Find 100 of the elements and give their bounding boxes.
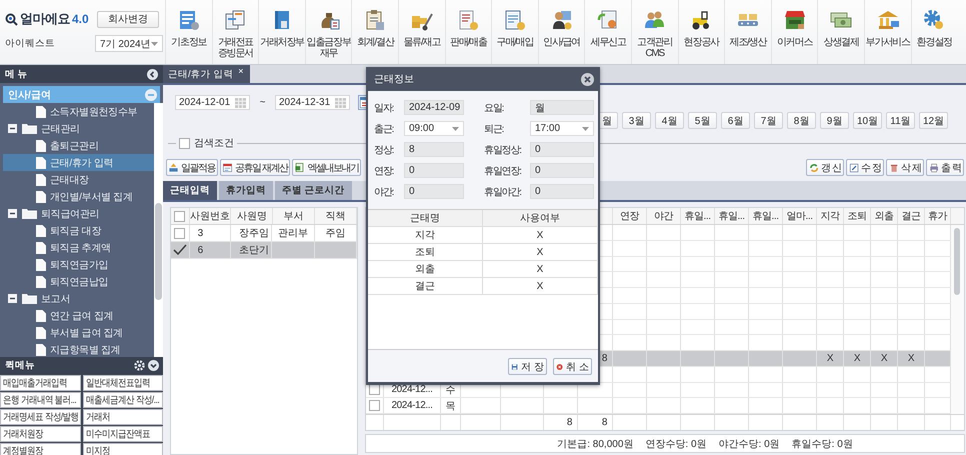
toolbar-button[interactable]: 인사/급여 — [538, 0, 584, 64]
scrollbar[interactable] — [154, 103, 163, 357]
toolbar-button[interactable]: 물류/재고 — [398, 0, 445, 64]
checkbox[interactable] — [369, 400, 380, 412]
quick-menu-button[interactable]: 은행 거래내역 불러... — [0, 392, 80, 408]
tab[interactable]: 휴가입력 — [219, 181, 273, 200]
checkbox[interactable] — [369, 384, 380, 396]
checkmark-icon[interactable] — [172, 244, 187, 256]
scrollbar[interactable] — [951, 225, 964, 414]
collapse-icon[interactable] — [8, 294, 17, 303]
tree-item[interactable]: 연간 급여 집계 — [3, 307, 154, 324]
month-button[interactable]: 7월 — [754, 112, 783, 129]
tree-item[interactable]: 퇴직금 대장 — [3, 222, 154, 239]
toolbar-button[interactable]: 입출금장부 재무 — [304, 0, 352, 64]
search-conditions-checkbox[interactable]: 검색조건 — [179, 136, 234, 150]
action-button[interactable]: 삭 제 — [886, 159, 924, 176]
tree-item[interactable]: 출퇴근관리 — [3, 137, 154, 154]
cancel-button[interactable]: 취 소 — [553, 358, 592, 375]
input-field[interactable]: 월 — [530, 100, 594, 115]
document-icon — [36, 140, 46, 152]
month-button[interactable]: 5월 — [688, 112, 717, 129]
input-field[interactable]: 2024-12-09 — [404, 100, 464, 115]
toolbar-button[interactable]: 회계/결산 — [351, 0, 398, 64]
tree-item[interactable]: 퇴직금 추계액 — [3, 239, 154, 256]
time-dropdown[interactable]: 17:00 — [530, 121, 594, 136]
quick-menu-button[interactable]: 매출세금계산 작성/... — [82, 392, 163, 408]
tree-item[interactable]: 개인별/부서별 집계 — [3, 188, 154, 205]
table-row[interactable]: 2024-12... 목 — [366, 398, 951, 414]
action-button[interactable]: 갱 신 — [806, 159, 844, 176]
collapse-icon[interactable] — [8, 209, 17, 218]
toolbar-button[interactable]: 환경설정 — [910, 0, 958, 64]
quick-menu-button[interactable]: 미수미지급잔액표 — [82, 426, 163, 442]
table-cell: X — [880, 352, 888, 364]
quick-menu-button[interactable]: 매입매출거래입력 — [0, 375, 80, 391]
toolbar-button[interactable]: 이커머스 — [770, 0, 818, 64]
quick-menu-button[interactable]: 거래명세표 작성/발행 — [0, 409, 80, 425]
fiscal-year-dropdown[interactable]: 7기 2024년 — [95, 35, 163, 52]
checkbox[interactable] — [174, 210, 186, 222]
change-company-button[interactable]: 회사변경 — [97, 10, 159, 28]
input-field[interactable]: 0 — [530, 163, 594, 178]
action-button[interactable]: 엑셀내보내기 — [292, 159, 362, 176]
tree-item[interactable]: 지급항목별 집계 — [3, 341, 154, 357]
checkbox[interactable] — [174, 228, 186, 238]
tree-item[interactable]: 퇴직연금가입 — [3, 256, 154, 273]
tree-item[interactable]: 근태/휴가 입력 — [3, 154, 154, 171]
time-dropdown[interactable]: 09:00 — [404, 121, 464, 136]
tree-item[interactable]: 부서별 급여 집계 — [3, 324, 154, 341]
toolbar-button[interactable]: 판매/매출 — [444, 0, 492, 64]
table-cell-text: 수 — [446, 384, 456, 397]
action-button[interactable]: 출 력 — [926, 159, 964, 176]
input-field[interactable]: 0 — [530, 184, 594, 199]
input-field[interactable]: 0 — [404, 184, 464, 199]
month-button[interactable]: 11월 — [886, 112, 915, 129]
tab[interactable]: 주별 근로시간 — [275, 181, 352, 200]
tree-item[interactable]: 보고서 — [3, 290, 154, 307]
month-button[interactable]: 12월 — [919, 112, 948, 129]
input-field[interactable]: 8 — [404, 142, 464, 157]
toolbar-button[interactable]: 고객관리 CMS — [630, 0, 678, 64]
chevron-left-icon[interactable] — [147, 68, 158, 80]
month-button[interactable]: 9월 — [820, 112, 849, 129]
month-button[interactable]: 4월 — [655, 112, 684, 129]
tree-item[interactable]: 소득자별원천징수부 — [3, 103, 154, 120]
close-icon[interactable] — [581, 72, 594, 86]
action-button[interactable]: 수 정 — [846, 159, 884, 176]
toolbar-button[interactable]: 현장공사 — [678, 0, 724, 64]
tree-item[interactable]: 퇴직급여관리 — [3, 205, 154, 222]
toolbar-button[interactable]: 세무신고 — [584, 0, 631, 64]
settings-icon[interactable] — [134, 360, 145, 371]
toolbar-button[interactable]: 구매/매입 — [491, 0, 538, 64]
quick-menu-button[interactable]: 거래처원장 — [0, 426, 80, 442]
toolbar-button[interactable]: 제조/생산 — [724, 0, 771, 64]
toolbar-button[interactable]: 상생결제 — [817, 0, 864, 64]
tab[interactable]: 근태/휴가 입력 × — [163, 65, 250, 83]
column-header: 부서 — [273, 208, 316, 224]
tab[interactable]: 근태입력 — [163, 181, 217, 200]
storefront-icon — [782, 8, 807, 32]
input-field[interactable]: 0 — [530, 142, 594, 157]
month-button[interactable]: 3월 — [622, 112, 651, 129]
table-row[interactable]: 6 초단기 — [171, 242, 357, 259]
tree-item[interactable]: 퇴직연금납입 — [3, 273, 154, 290]
tree-item[interactable]: 근태관리 — [3, 120, 154, 137]
save-button[interactable]: 저 장 — [508, 358, 547, 375]
chevron-down-icon[interactable] — [148, 360, 159, 371]
input-field[interactable]: 0 — [404, 163, 464, 178]
month-button[interactable]: 8월 — [787, 112, 816, 129]
toolbar-button[interactable]: 거래처장부 — [258, 0, 305, 64]
tree-item[interactable]: 근태대장 — [3, 171, 154, 188]
toolbar-button[interactable]: 부가서비스 — [864, 0, 910, 64]
month-button[interactable]: 10월 — [853, 112, 882, 129]
close-button[interactable]: × — [238, 66, 244, 76]
date-field[interactable]: 2024-12-01 — [175, 95, 250, 110]
action-button[interactable]: 일괄적용 — [166, 159, 218, 176]
action-button[interactable]: 공휴일 재계산 — [220, 159, 290, 176]
quick-menu-button[interactable]: 일반대체전표입력 — [82, 375, 163, 391]
toolbar-button[interactable]: 기초정보 — [165, 0, 212, 64]
date-field[interactable]: 2024-12-31 — [275, 95, 350, 110]
month-button[interactable]: 6월 — [721, 112, 750, 129]
quick-menu-button[interactable]: 거래처 — [82, 409, 163, 425]
collapse-icon[interactable] — [8, 124, 17, 133]
toolbar-button[interactable]: 거래전표 증빙문서 — [212, 0, 258, 64]
